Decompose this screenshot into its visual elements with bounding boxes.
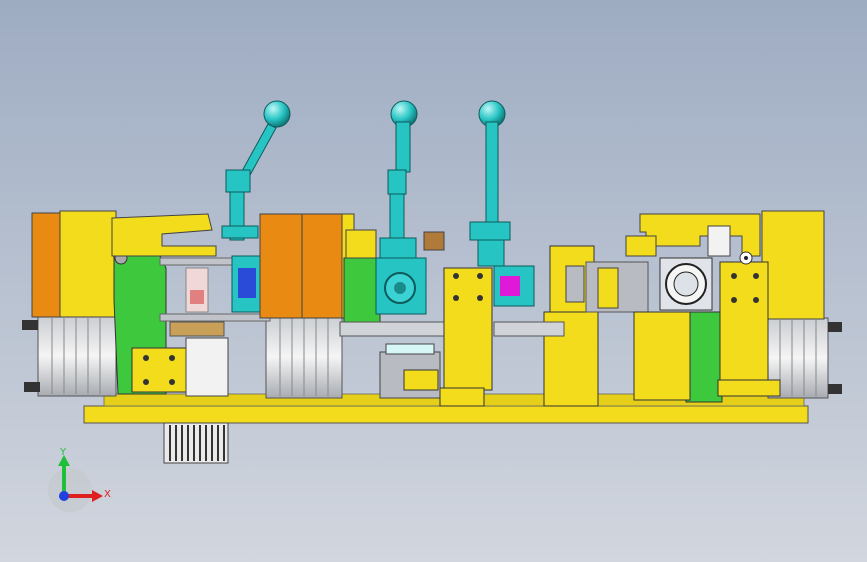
center-lower-assembly	[339, 321, 451, 399]
center-actuator-block	[259, 213, 355, 319]
left-actuator-block	[31, 210, 117, 318]
axis-triad: Y X	[48, 447, 111, 512]
right-bearing-unit	[659, 257, 713, 311]
gear-wheel	[163, 422, 229, 464]
left-clamp-arm	[111, 213, 217, 257]
right-green-bracket	[633, 311, 723, 403]
fixture-assembly-model[interactable]: Y X	[0, 0, 867, 562]
x-axis-label: X	[104, 489, 111, 500]
center-green-bracket	[343, 229, 381, 325]
left-pneumatic-cylinder	[22, 315, 117, 397]
z-axis-dot	[59, 491, 69, 501]
y-axis-label: Y	[59, 447, 67, 458]
center-handle[interactable]	[375, 100, 445, 315]
center-pneumatic-cylinder	[265, 315, 343, 399]
center-locating-block	[439, 267, 493, 407]
cad-viewport[interactable]: Y X	[0, 0, 867, 562]
right-clamp-arm	[625, 213, 761, 257]
